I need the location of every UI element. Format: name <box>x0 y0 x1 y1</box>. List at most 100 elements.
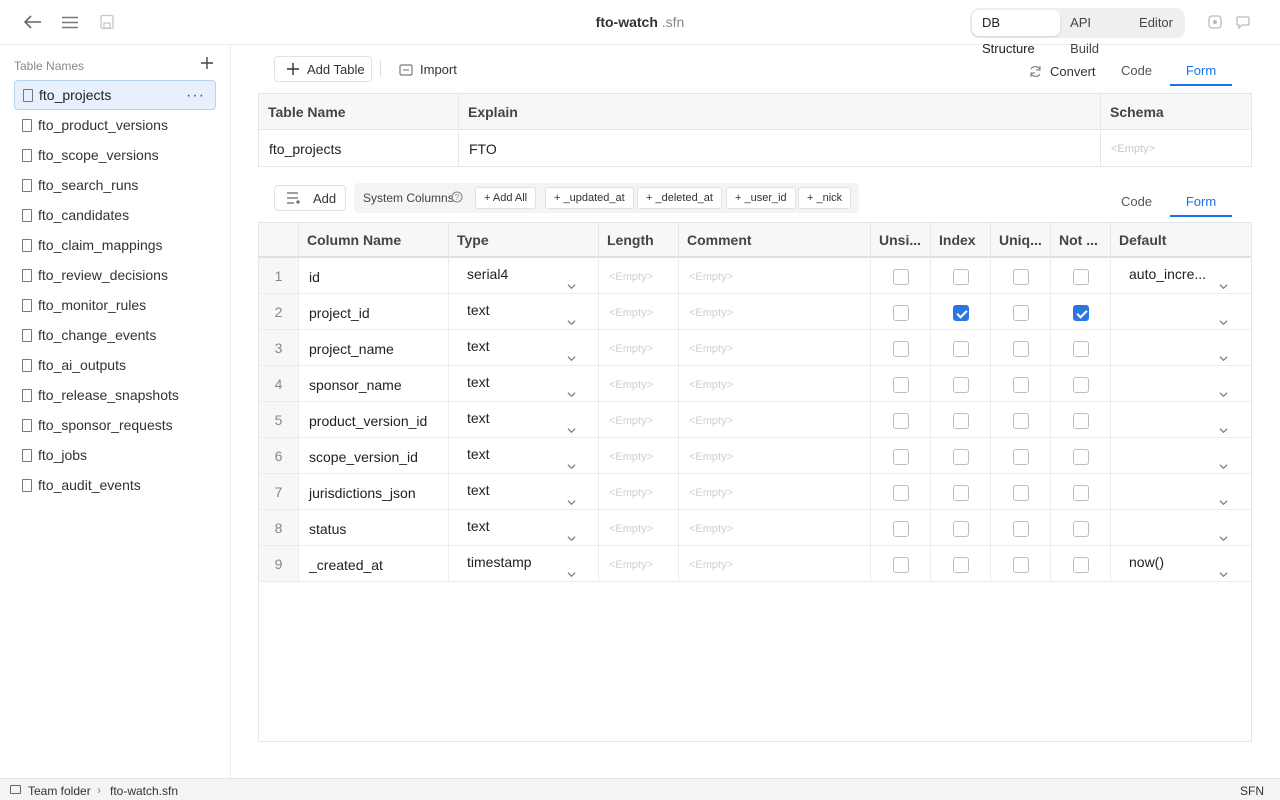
sidebar-item-fto-ai-outputs[interactable]: fto_ai_outputs <box>14 350 216 380</box>
tab-db-structure[interactable]: DB Structure <box>972 10 1061 56</box>
comment-input[interactable]: <Empty> <box>679 438 871 473</box>
unique-checkbox[interactable] <box>1013 449 1029 465</box>
unique-checkbox[interactable] <box>1013 413 1029 429</box>
column-name-input[interactable]: jurisdictions_json <box>299 474 449 509</box>
comment-input[interactable]: <Empty> <box>679 546 871 581</box>
unsigned-checkbox[interactable] <box>893 521 909 537</box>
tab-columns-form[interactable]: Form <box>1170 187 1232 217</box>
comment-icon[interactable] <box>1232 11 1254 33</box>
comment-input[interactable]: <Empty> <box>679 330 871 365</box>
type-select[interactable]: text <box>449 402 599 437</box>
not-null-checkbox[interactable] <box>1073 557 1089 573</box>
not-null-checkbox[interactable] <box>1073 413 1089 429</box>
unsigned-checkbox[interactable] <box>893 377 909 393</box>
type-select[interactable]: text <box>449 366 599 401</box>
not-null-checkbox[interactable] <box>1073 269 1089 285</box>
length-input[interactable]: <Empty> <box>599 474 679 509</box>
not-null-checkbox[interactable] <box>1073 449 1089 465</box>
default-select[interactable] <box>1111 330 1251 365</box>
unique-checkbox[interactable] <box>1013 305 1029 321</box>
add-nick-chip[interactable]: + _nick <box>798 187 852 209</box>
index-checkbox[interactable] <box>953 305 969 321</box>
index-checkbox[interactable] <box>953 341 969 357</box>
breadcrumb-folder[interactable]: Team folder <box>28 784 91 798</box>
add-table-plus-icon[interactable] <box>200 56 216 72</box>
not-null-checkbox[interactable] <box>1073 341 1089 357</box>
not-null-checkbox[interactable] <box>1073 377 1089 393</box>
tab-form[interactable]: Form <box>1170 56 1232 86</box>
not-null-checkbox[interactable] <box>1073 305 1089 321</box>
unique-checkbox[interactable] <box>1013 521 1029 537</box>
sidebar-item-fto-release-snapshots[interactable]: fto_release_snapshots <box>14 380 216 410</box>
sidebar-item-fto-monitor-rules[interactable]: fto_monitor_rules <box>14 290 216 320</box>
table-name-input[interactable]: fto_projects <box>259 131 459 167</box>
type-select[interactable]: text <box>449 438 599 473</box>
index-checkbox[interactable] <box>953 449 969 465</box>
more-options-icon[interactable]: ··· <box>186 87 205 105</box>
add-column-button[interactable]: Add <box>274 185 346 211</box>
sidebar-item-fto-candidates[interactable]: fto_candidates <box>14 200 216 230</box>
default-select[interactable] <box>1111 510 1251 545</box>
default-select[interactable]: auto_incre... <box>1111 258 1251 293</box>
sidebar-item-fto-review-decisions[interactable]: fto_review_decisions <box>14 260 216 290</box>
tab-columns-code[interactable]: Code <box>1110 187 1163 217</box>
sidebar-item-fto-claim-mappings[interactable]: fto_claim_mappings <box>14 230 216 260</box>
index-checkbox[interactable] <box>953 521 969 537</box>
index-checkbox[interactable] <box>953 413 969 429</box>
comment-input[interactable]: <Empty> <box>679 366 871 401</box>
default-select[interactable] <box>1111 474 1251 509</box>
length-input[interactable]: <Empty> <box>599 258 679 293</box>
index-checkbox[interactable] <box>953 557 969 573</box>
default-select[interactable]: now() <box>1111 546 1251 581</box>
convert-button[interactable]: Convert <box>1029 64 1096 79</box>
comment-input[interactable]: <Empty> <box>679 402 871 437</box>
length-input[interactable]: <Empty> <box>599 546 679 581</box>
comment-input[interactable]: <Empty> <box>679 510 871 545</box>
sidebar-item-fto-jobs[interactable]: fto_jobs <box>14 440 216 470</box>
sidebar-item-fto-product-versions[interactable]: fto_product_versions <box>14 110 216 140</box>
add-updated-at-chip[interactable]: + _updated_at <box>545 187 634 209</box>
unique-checkbox[interactable] <box>1013 485 1029 501</box>
default-select[interactable] <box>1111 366 1251 401</box>
unsigned-checkbox[interactable] <box>893 269 909 285</box>
unique-checkbox[interactable] <box>1013 269 1029 285</box>
import-button[interactable]: Import <box>399 62 457 77</box>
length-input[interactable]: <Empty> <box>599 510 679 545</box>
default-select[interactable] <box>1111 438 1251 473</box>
sidebar-item-fto-sponsor-requests[interactable]: fto_sponsor_requests <box>14 410 216 440</box>
not-null-checkbox[interactable] <box>1073 521 1089 537</box>
type-select[interactable]: text <box>449 330 599 365</box>
unique-checkbox[interactable] <box>1013 557 1029 573</box>
index-checkbox[interactable] <box>953 377 969 393</box>
help-icon[interactable]: ? <box>451 191 463 203</box>
not-null-checkbox[interactable] <box>1073 485 1089 501</box>
unsigned-checkbox[interactable] <box>893 413 909 429</box>
length-input[interactable]: <Empty> <box>599 294 679 329</box>
type-select[interactable]: serial4 <box>449 258 599 293</box>
unique-checkbox[interactable] <box>1013 341 1029 357</box>
sidebar-item-fto-audit-events[interactable]: fto_audit_events <box>14 470 216 500</box>
default-select[interactable] <box>1111 402 1251 437</box>
comment-input[interactable]: <Empty> <box>679 294 871 329</box>
column-name-input[interactable]: id <box>299 258 449 293</box>
sidebar-item-fto-search-runs[interactable]: fto_search_runs <box>14 170 216 200</box>
tab-code[interactable]: Code <box>1110 56 1163 86</box>
default-select[interactable] <box>1111 294 1251 329</box>
unsigned-checkbox[interactable] <box>893 341 909 357</box>
unsigned-checkbox[interactable] <box>893 305 909 321</box>
length-input[interactable]: <Empty> <box>599 402 679 437</box>
index-checkbox[interactable] <box>953 485 969 501</box>
column-name-input[interactable]: sponsor_name <box>299 366 449 401</box>
add-all-chip[interactable]: + Add All <box>475 187 537 209</box>
sidebar-item-fto-scope-versions[interactable]: fto_scope_versions <box>14 140 216 170</box>
breadcrumb-file[interactable]: fto-watch.sfn <box>110 784 178 798</box>
add-deleted-at-chip[interactable]: + _deleted_at <box>637 187 722 209</box>
type-select[interactable]: text <box>449 294 599 329</box>
unsigned-checkbox[interactable] <box>893 485 909 501</box>
column-name-input[interactable]: _created_at <box>299 546 449 581</box>
sidebar-item-fto-projects[interactable]: fto_projects ··· <box>14 80 216 110</box>
add-user-id-chip[interactable]: + _user_id <box>726 187 796 209</box>
column-name-input[interactable]: product_version_id <box>299 402 449 437</box>
comment-input[interactable]: <Empty> <box>679 258 871 293</box>
column-name-input[interactable]: scope_version_id <box>299 438 449 473</box>
